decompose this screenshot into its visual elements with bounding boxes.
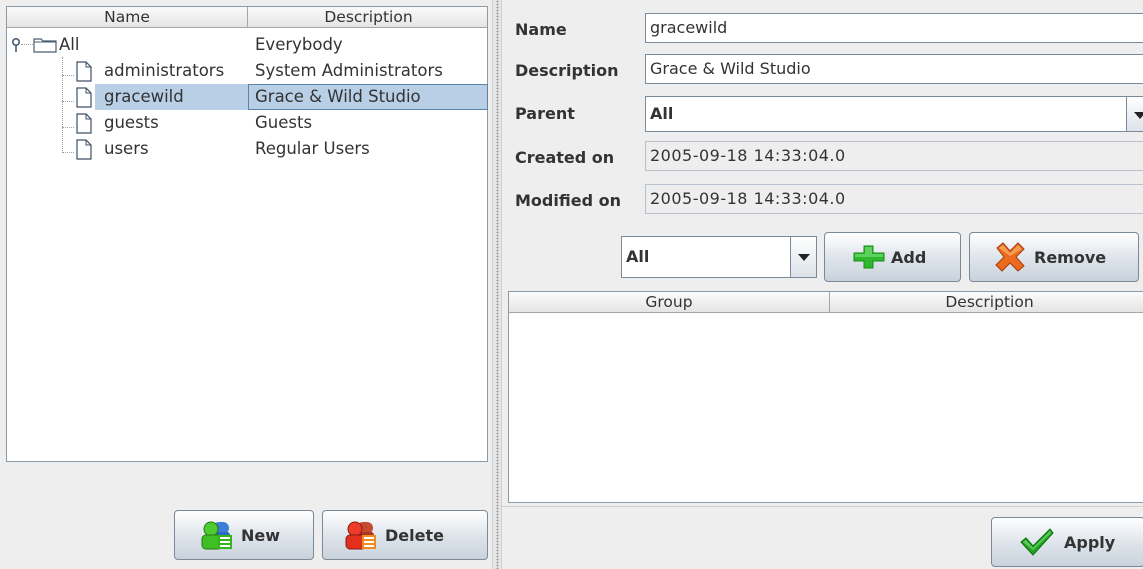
delete-user-icon bbox=[343, 519, 377, 551]
tree-row-gracewild[interactable]: gracewild Grace & Wild Studio bbox=[95, 84, 488, 110]
name-label: Name bbox=[515, 20, 567, 39]
new-user-icon bbox=[199, 519, 233, 551]
chevron-down-icon[interactable] bbox=[1126, 97, 1143, 131]
tree-item-name: guests bbox=[104, 113, 159, 132]
plus-icon bbox=[853, 245, 885, 269]
tree-item-description: Everybody bbox=[255, 35, 343, 54]
column-header-description[interactable]: Description bbox=[248, 7, 489, 28]
modified-on-field: 2005-09-18 14:33:04.0 bbox=[645, 184, 1143, 214]
remove-x-icon bbox=[994, 242, 1026, 272]
created-on-label: Created on bbox=[515, 148, 615, 167]
column-header-group[interactable]: Group bbox=[509, 292, 830, 313]
add-button[interactable]: Add bbox=[824, 232, 961, 282]
right-button-bar: Apply bbox=[502, 506, 1143, 569]
tree-item-description: Regular Users bbox=[255, 139, 370, 158]
apply-button-label: Apply bbox=[1064, 532, 1116, 552]
document-icon bbox=[76, 139, 92, 160]
group-details-panel: Name gracewild Description Grace & Wild … bbox=[502, 0, 1143, 569]
group-select-value: All bbox=[626, 247, 650, 266]
remove-button-label: Remove bbox=[1034, 247, 1107, 267]
group-tree-table[interactable]: Name Description All Everybody administr… bbox=[6, 6, 488, 462]
tree-handle-icon[interactable] bbox=[11, 37, 21, 53]
column-header-name[interactable]: Name bbox=[7, 7, 248, 28]
folder-icon bbox=[33, 37, 57, 53]
tree-item-description: Guests bbox=[255, 113, 313, 132]
created-on-field: 2005-09-18 14:33:04.0 bbox=[645, 141, 1143, 171]
tree-item-name: gracewild bbox=[104, 87, 184, 106]
modified-on-label: Modified on bbox=[515, 191, 621, 210]
tree-table-header: Name Description bbox=[7, 7, 487, 28]
member-groups-table[interactable]: Group Description bbox=[508, 291, 1143, 503]
new-button[interactable]: New bbox=[174, 510, 314, 560]
tree-row-guests[interactable]: guests Guests bbox=[7, 110, 487, 136]
delete-button-label: Delete bbox=[385, 525, 444, 545]
column-header-group-description[interactable]: Description bbox=[830, 292, 1143, 313]
chevron-down-icon[interactable] bbox=[790, 237, 816, 277]
tree-row-administrators[interactable]: administrators System Administrators bbox=[7, 58, 487, 84]
name-field[interactable]: gracewild bbox=[645, 13, 1143, 43]
document-icon bbox=[76, 61, 92, 82]
left-button-bar: New Delete bbox=[6, 470, 488, 569]
tree-item-name: administrators bbox=[104, 61, 225, 80]
group-select[interactable]: All bbox=[621, 236, 817, 278]
document-icon bbox=[76, 87, 92, 108]
user-group-panel: Name Description All Everybody administr… bbox=[0, 0, 492, 569]
tree-item-name: All bbox=[59, 35, 80, 54]
split-pane-divider[interactable] bbox=[492, 0, 502, 569]
tree-item-name: users bbox=[104, 139, 149, 158]
tree-row-all[interactable]: All Everybody bbox=[7, 32, 487, 58]
description-field[interactable]: Grace & Wild Studio bbox=[645, 54, 1143, 84]
parent-label: Parent bbox=[515, 104, 575, 123]
remove-button[interactable]: Remove bbox=[969, 232, 1139, 282]
add-button-label: Add bbox=[891, 247, 927, 267]
delete-button[interactable]: Delete bbox=[322, 510, 488, 560]
tree-row-users[interactable]: users Regular Users bbox=[7, 136, 487, 162]
tree-item-description: Grace & Wild Studio bbox=[255, 87, 421, 106]
document-icon bbox=[76, 113, 92, 134]
parent-select[interactable]: All bbox=[645, 96, 1143, 132]
tree-item-description: System Administrators bbox=[255, 61, 443, 80]
new-button-label: New bbox=[241, 525, 281, 545]
apply-button[interactable]: Apply bbox=[991, 517, 1143, 567]
checkmark-icon bbox=[1020, 528, 1054, 556]
tree-connector bbox=[62, 101, 74, 102]
parent-select-value: All bbox=[650, 104, 674, 123]
description-label: Description bbox=[515, 61, 619, 80]
divider-grip bbox=[496, 0, 499, 569]
group-table-header: Group Description bbox=[509, 292, 1143, 313]
